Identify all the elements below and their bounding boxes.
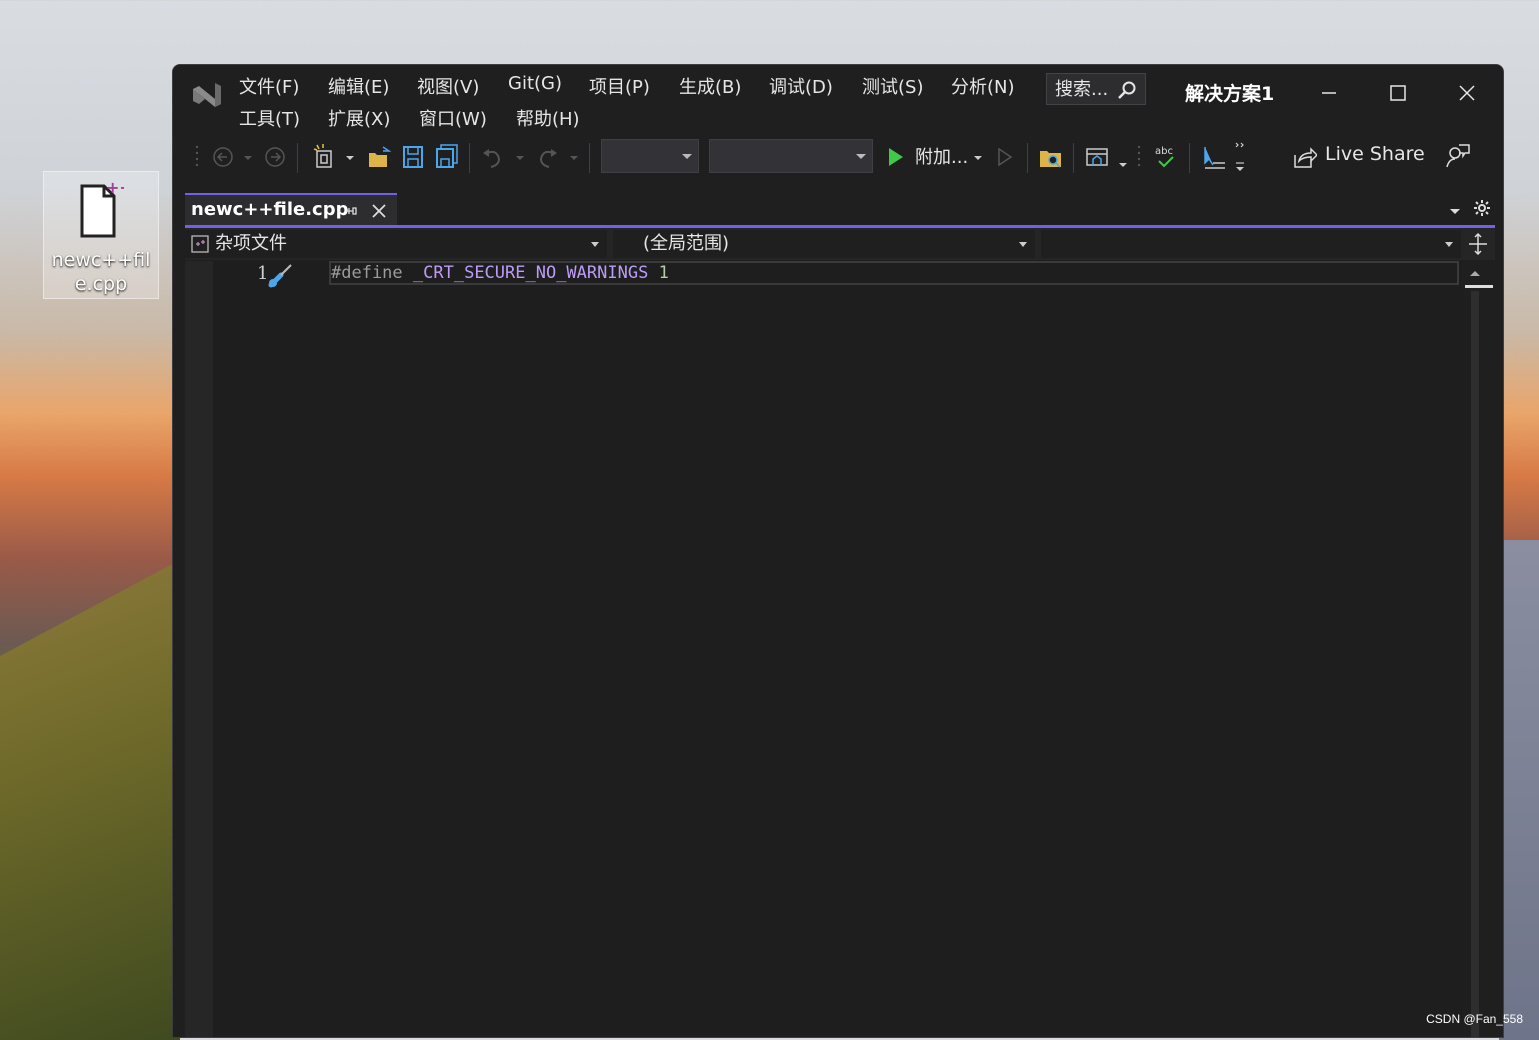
spell-check-icon[interactable]: abc (1151, 141, 1181, 173)
gear-icon[interactable] (1473, 199, 1491, 217)
tab-label: newc++file.cpp (191, 199, 349, 220)
split-window-icon[interactable] (1467, 232, 1489, 256)
toolbar-separator (297, 143, 298, 173)
visual-studio-window: 文件(F) 编辑(E) 视图(V) Git(G) 项目(P) 生成(B) 调试(… (172, 64, 1504, 1038)
search-placeholder: 搜索... (1055, 79, 1109, 100)
chevron-down-icon (856, 154, 866, 159)
project-dropdown-value: 杂项文件 (215, 233, 287, 254)
chevron-down-icon[interactable] (513, 141, 527, 173)
attach-button[interactable]: 附加... (915, 143, 968, 169)
menu-file[interactable]: 文件(F) (239, 73, 299, 99)
chevron-down-icon (682, 154, 692, 159)
navigation-bar: 杂项文件 (全局范围) (185, 228, 1495, 260)
toolbar-separator (589, 143, 590, 173)
scroll-up-icon[interactable] (1467, 265, 1483, 281)
chevron-down-icon[interactable] (971, 141, 985, 173)
play-icon[interactable] (885, 141, 907, 173)
minimize-icon[interactable] (1309, 75, 1349, 111)
solution-platform-select[interactable] (709, 139, 873, 173)
chevron-down-icon[interactable] (241, 141, 255, 173)
close-tab-icon[interactable] (371, 203, 387, 219)
toolbar-grip-icon[interactable] (1135, 141, 1143, 173)
vertical-scrollbar[interactable] (1463, 261, 1493, 1037)
desktop-file-icon[interactable]: ++ newc++file.cpp (43, 171, 159, 299)
quick-actions-screwdriver-icon[interactable] (267, 263, 295, 289)
scrollbar-position-marker (1465, 285, 1493, 288)
toolbar-overflow-icon[interactable] (1233, 141, 1247, 173)
menu-git[interactable]: Git(G) (508, 73, 562, 94)
select-cursor-icon[interactable] (1199, 141, 1229, 173)
menu-tools[interactable]: 工具(T) (239, 105, 300, 131)
chevron-down-icon[interactable] (1117, 141, 1129, 173)
project-dropdown[interactable]: 杂项文件 (185, 230, 607, 258)
toolbar-separator (1073, 143, 1074, 173)
desktop-file-label: newc++file.cpp (51, 249, 151, 295)
chevron-down-icon[interactable] (343, 141, 357, 173)
toolbar-separator (1189, 143, 1190, 173)
code-line-1[interactable]: #define _CRT_SECURE_NO_WARNINGS 1 (331, 263, 669, 283)
feedback-icon[interactable] (1443, 141, 1473, 173)
menu-extensions[interactable]: 扩展(X) (328, 105, 390, 131)
preprocessor-directive: #define (331, 263, 403, 283)
browse-folder-icon[interactable] (1037, 141, 1065, 173)
svg-text:++: ++ (106, 180, 124, 197)
navigate-back-icon[interactable] (211, 141, 239, 173)
redo-icon[interactable] (533, 141, 561, 173)
document-tab-strip: newc++file.cpp (185, 193, 1495, 228)
macro-name: _CRT_SECURE_NO_WARNINGS (412, 263, 649, 283)
save-all-icon[interactable] (433, 141, 461, 173)
menu-edit[interactable]: 编辑(E) (328, 73, 389, 99)
save-icon[interactable] (399, 141, 427, 173)
desktop-hill-right (1499, 540, 1539, 1040)
menu-analyze[interactable]: 分析(N) (951, 73, 1015, 99)
pin-icon[interactable] (343, 203, 359, 219)
start-without-debugging-icon[interactable] (993, 141, 1017, 173)
menu-test[interactable]: 测试(S) (862, 73, 923, 99)
tab-newc++file.cpp[interactable]: newc++file.cpp (185, 193, 397, 225)
scrollbar-track[interactable] (1471, 291, 1479, 1037)
menu-help[interactable]: 帮助(H) (516, 105, 580, 131)
open-folder-icon[interactable] (365, 141, 393, 173)
menu-project[interactable]: 项目(P) (589, 73, 650, 99)
chevron-down-icon (1019, 242, 1027, 247)
member-dropdown[interactable] (1041, 230, 1461, 258)
navigate-forward-icon[interactable] (261, 141, 289, 173)
solution-configuration-select[interactable] (601, 139, 699, 173)
solution-explorer-home-icon[interactable] (1083, 141, 1113, 173)
tab-list-dropdown-icon[interactable] (1447, 203, 1463, 219)
code-editor[interactable]: 1 #define _CRT_SECURE_NO_WARNINGS 1 (185, 261, 1463, 1037)
desktop-hill (0, 560, 180, 1040)
svg-text:abc: abc (1155, 146, 1173, 157)
visual-studio-logo-icon (193, 83, 221, 107)
toolbar-separator (1027, 143, 1028, 173)
title-bar: 文件(F) 编辑(E) 视图(V) Git(G) 项目(P) 生成(B) 调试(… (173, 65, 1503, 131)
editor-indicator-margin[interactable] (185, 261, 213, 1037)
maximize-icon[interactable] (1378, 75, 1418, 111)
macro-value: 1 (658, 263, 669, 283)
solution-title: 解决方案1 (1185, 83, 1275, 105)
toolbar-grip-icon[interactable] (193, 141, 201, 173)
chevron-down-icon[interactable] (567, 141, 581, 173)
misc-files-icon (191, 235, 209, 253)
watermark: CSDN @Fan_558 (1426, 1012, 1523, 1026)
standard-toolbar: 附加... abc Live Share (173, 135, 1503, 181)
scope-dropdown[interactable]: (全局范围) (613, 230, 1035, 258)
search-icon (1118, 81, 1136, 99)
cpp-file-icon: ++ (80, 180, 124, 238)
scope-dropdown-value: (全局范围) (643, 233, 730, 254)
menu-window[interactable]: 窗口(W) (419, 105, 487, 131)
undo-icon[interactable] (479, 141, 507, 173)
live-share-button[interactable]: Live Share (1325, 143, 1425, 165)
chevron-down-icon (1445, 242, 1453, 247)
menu-build[interactable]: 生成(B) (679, 73, 741, 99)
chevron-down-icon (591, 242, 599, 247)
menu-view[interactable]: 视图(V) (417, 73, 479, 99)
close-icon[interactable] (1447, 75, 1487, 111)
toolbar-separator (469, 143, 470, 173)
menu-debug[interactable]: 调试(D) (769, 73, 833, 99)
search-box[interactable]: 搜索... (1046, 73, 1146, 105)
new-project-icon[interactable] (311, 141, 339, 173)
live-share-icon[interactable] (1291, 141, 1317, 173)
